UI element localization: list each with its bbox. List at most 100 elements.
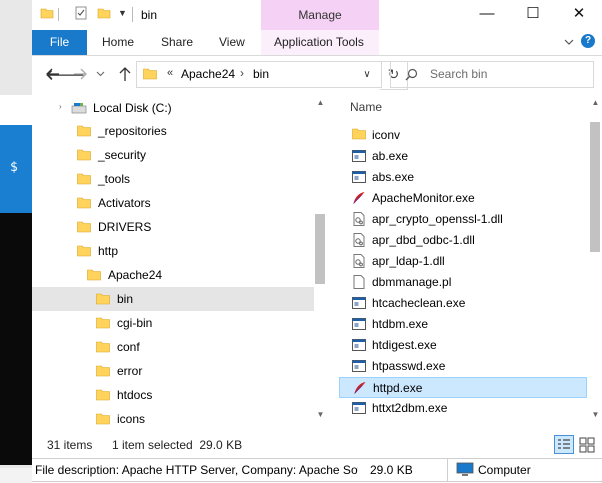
folder-icon xyxy=(77,245,91,260)
close-button[interactable]: ✕ xyxy=(556,0,602,30)
tab-home[interactable]: Home xyxy=(102,30,134,55)
tree-item-htdocs[interactable]: htdocs xyxy=(32,383,314,407)
minimize-button[interactable]: — xyxy=(464,0,510,30)
folder-icon xyxy=(96,293,110,308)
new-folder-icon[interactable] xyxy=(97,6,111,20)
file-size: 29.0 KB xyxy=(370,463,413,477)
nav-scrollbar-thumb[interactable] xyxy=(315,214,325,284)
tree-item-activators[interactable]: Activators xyxy=(32,191,314,215)
column-header-name[interactable]: Name xyxy=(350,100,382,114)
file-row[interactable]: iconv xyxy=(339,125,587,146)
title-bar: ▼ bin Manage — ☐ ✕ xyxy=(32,0,602,30)
drive-icon xyxy=(71,103,87,114)
file-scrollbar-thumb[interactable] xyxy=(590,122,600,252)
properties-icon[interactable] xyxy=(74,6,88,20)
tab-share[interactable]: Share xyxy=(161,30,193,55)
tree-item-cgi-bin[interactable]: cgi-bin xyxy=(32,311,314,335)
search-input[interactable]: Search bin xyxy=(430,67,487,81)
tree-item-error[interactable]: error xyxy=(32,359,314,383)
file-row[interactable]: httpd.exe xyxy=(339,377,587,398)
explorer-window: ▼ bin Manage — ☐ ✕ File Home Share View … xyxy=(32,0,602,483)
tree-item-icons[interactable]: icons xyxy=(32,407,314,427)
expand-chevron-icon[interactable]: › xyxy=(59,102,62,111)
status-bar: 31 items 1 item selected 29.0 KB xyxy=(32,430,602,458)
file-info-bar: File description: Apache HTTP Server, Co… xyxy=(32,458,602,482)
folder-icon xyxy=(77,173,91,188)
file-name: ApacheMonitor.exe xyxy=(372,191,475,205)
file-description: File description: Apache HTTP Server, Co… xyxy=(35,463,358,477)
file-name: abs.exe xyxy=(372,170,415,184)
tree-label: _security xyxy=(98,148,147,162)
breadcrumb-apache24[interactable]: Apache24 xyxy=(181,67,235,81)
tree-label: icons xyxy=(117,412,146,426)
help-icon[interactable]: ? xyxy=(581,34,595,48)
file-row[interactable]: dbmmanage.pl xyxy=(339,272,587,293)
file-name: htcacheclean.exe xyxy=(372,296,466,310)
folder-icon xyxy=(77,197,91,212)
breadcrumb-overflow[interactable]: « xyxy=(167,67,173,79)
large-icons-view-button[interactable] xyxy=(577,435,597,454)
tree-label: http xyxy=(98,244,119,258)
scroll-up-icon[interactable]: ▲ xyxy=(589,98,602,107)
breadcrumb-separator[interactable]: › xyxy=(240,66,244,80)
up-arrow-icon[interactable] xyxy=(118,66,132,82)
file-name: htdigest.exe xyxy=(372,338,437,352)
tree-item-repositories[interactable]: _repositories xyxy=(32,119,314,143)
folder-icon xyxy=(77,149,91,164)
tree-label: _repositories xyxy=(98,124,167,138)
location-label: Computer xyxy=(478,463,531,477)
file-row[interactable]: htdigest.exe xyxy=(339,335,587,356)
scroll-down-icon[interactable]: ▼ xyxy=(314,410,327,419)
file-row[interactable]: htcacheclean.exe xyxy=(339,293,587,314)
tree-item-security[interactable]: _security xyxy=(32,143,314,167)
address-dropdown-icon[interactable]: ∨ xyxy=(355,62,379,87)
file-row[interactable]: ab.exe xyxy=(339,146,587,167)
tree-item-http[interactable]: http xyxy=(32,239,314,263)
file-row[interactable]: abs.exe xyxy=(339,167,587,188)
recent-locations-icon[interactable] xyxy=(96,69,105,78)
tree-item-local-disk[interactable]: › Local Disk (C:) xyxy=(32,96,314,120)
exe-icon xyxy=(352,149,366,163)
file-row[interactable]: ApacheMonitor.exe xyxy=(339,188,587,209)
tab-application-tools[interactable]: Application Tools xyxy=(274,30,364,55)
terminal-prompt: $ xyxy=(10,160,18,175)
folder-icon[interactable] xyxy=(40,6,54,20)
manage-context-tab[interactable]: Manage xyxy=(261,0,379,30)
scroll-down-icon[interactable]: ▼ xyxy=(589,410,602,419)
file-row[interactable]: htpasswd.exe xyxy=(339,356,587,377)
file-name: apr_crypto_openssl-1.dll xyxy=(372,212,503,226)
exe-icon xyxy=(352,338,366,352)
tab-view[interactable]: View xyxy=(219,30,245,55)
tree-item-apache24[interactable]: Apache24 xyxy=(32,263,314,287)
exe-icon xyxy=(352,359,366,373)
tree-item-drivers[interactable]: DRIVERS xyxy=(32,215,314,239)
scroll-up-icon[interactable]: ▲ xyxy=(314,98,327,107)
file-row[interactable]: apr_ldap-1.dll xyxy=(339,251,587,272)
search-box[interactable]: Search bin xyxy=(390,61,594,88)
customize-quick-access-icon[interactable]: ▼ xyxy=(118,8,127,18)
exe-icon xyxy=(352,296,366,310)
file-name: ab.exe xyxy=(372,149,409,163)
details-view-icon xyxy=(558,439,570,449)
forward-icon[interactable] xyxy=(73,67,87,81)
address-bar[interactable]: « Apache24 › bin ∨ xyxy=(136,61,382,88)
tab-file[interactable]: File xyxy=(32,30,87,55)
folder-icon xyxy=(96,389,110,404)
file-row[interactable]: apr_dbd_odbc-1.dll xyxy=(339,230,587,251)
dll-icon xyxy=(352,233,366,247)
file-list-pane: Name ▲ ▼ iconv ab.exe abs.exe ApacheMonitor… xyxy=(339,92,602,427)
file-row[interactable]: apr_crypto_openssl-1.dll xyxy=(339,209,587,230)
maximize-button[interactable]: ☐ xyxy=(510,0,556,30)
file-icon xyxy=(352,275,366,289)
tree-item-conf[interactable]: conf xyxy=(32,335,314,359)
file-name: htpasswd.exe xyxy=(372,359,446,373)
chevron-down-icon[interactable] xyxy=(562,35,576,49)
details-view-button[interactable] xyxy=(554,435,574,454)
tree-item-tools[interactable]: _tools xyxy=(32,167,314,191)
exe-icon xyxy=(352,317,366,331)
back-icon[interactable] xyxy=(46,67,60,81)
file-row[interactable]: htdbm.exe xyxy=(339,314,587,335)
file-row[interactable]: httxt2dbm.exe xyxy=(339,398,587,419)
breadcrumb-bin[interactable]: bin xyxy=(253,67,269,81)
tree-item-bin[interactable]: bin xyxy=(32,287,314,311)
